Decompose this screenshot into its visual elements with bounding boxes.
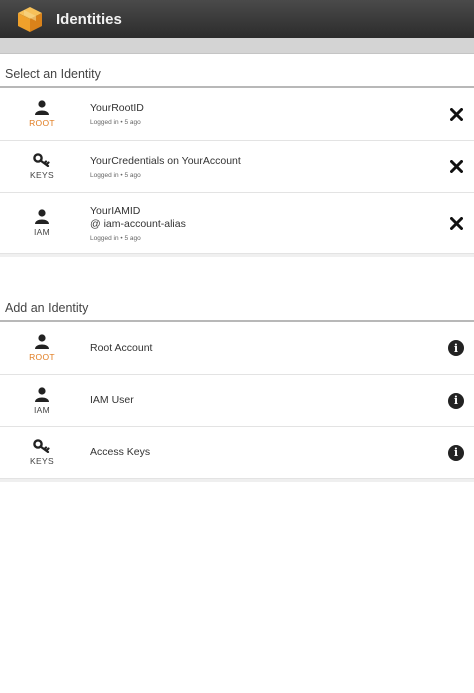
user-icon [35, 334, 49, 349]
info-icon[interactable]: i [438, 392, 474, 409]
sub-bar [0, 38, 474, 54]
user-icon [35, 386, 49, 402]
badge: ROOT [0, 334, 84, 362]
badge-label: ROOT [29, 352, 55, 362]
info-glyph: i [448, 340, 464, 356]
badge: IAM [0, 386, 84, 415]
badge-label: IAM [33, 404, 50, 415]
identity-status: Logged in • 5 ago [90, 171, 141, 179]
close-icon[interactable] [438, 107, 474, 121]
identity-name: YourIAMID [90, 204, 141, 217]
badge: ROOT [0, 100, 84, 128]
close-icon[interactable] [438, 160, 474, 173]
key-icon [33, 153, 50, 167]
badge: IAM [0, 209, 84, 237]
add-label-wrap: Root Account [84, 342, 438, 355]
add-row-iam-user[interactable]: IAM IAM User i [0, 375, 474, 427]
section-gap [0, 254, 474, 288]
page-title: Identities [56, 10, 122, 28]
identity-status: Logged in • 5 ago [90, 234, 141, 242]
add-label: Root Account [90, 341, 153, 354]
info-icon[interactable]: i [438, 340, 474, 356]
info-glyph: i [448, 392, 464, 409]
aws-cube-icon[interactable] [16, 4, 46, 34]
badge: KEYS [0, 153, 84, 180]
info-icon[interactable]: i [438, 444, 474, 461]
badge-label: ROOT [29, 118, 55, 128]
identity-status: Logged in • 5 ago [90, 119, 141, 126]
identity-name: YourCredentials on YourAccount [90, 154, 241, 167]
add-row-root-account[interactable]: ROOT Root Account i [0, 322, 474, 375]
badge-label: KEYS [30, 170, 54, 180]
badge: KEYS [0, 439, 84, 466]
select-identity-header: Select an Identity [0, 54, 474, 88]
identity-text: YourIAMID @ iam-account-alias Logged in … [84, 205, 438, 242]
key-icon [33, 439, 50, 453]
add-label-wrap: Access Keys [84, 446, 438, 459]
user-icon [35, 209, 49, 224]
add-label-wrap: IAM User [84, 394, 438, 407]
identity-row-iam[interactable]: IAM YourIAMID @ iam-account-alias Logged… [0, 193, 474, 254]
badge-label: KEYS [30, 456, 54, 466]
identity-row-root[interactable]: ROOT YourRootID Logged in • 5 ago [0, 88, 474, 141]
add-row-access-keys[interactable]: KEYS Access Keys i [0, 427, 474, 479]
add-label: IAM User [90, 394, 134, 406]
user-icon [35, 100, 49, 115]
identity-row-keys[interactable]: KEYS YourCredentials on YourAccount Logg… [0, 141, 474, 193]
info-glyph: i [448, 444, 464, 461]
identity-text: YourRootID Logged in • 5 ago [84, 102, 438, 126]
identity-name: YourRootID [90, 102, 144, 114]
badge-label: IAM [33, 227, 50, 237]
identity-text: YourCredentials on YourAccount Logged in… [84, 155, 438, 179]
add-label: Access Keys [90, 446, 151, 458]
action-bar: Identities [0, 0, 474, 38]
add-identity-header: Add an Identity [0, 288, 474, 322]
close-icon[interactable] [438, 216, 474, 230]
list-bottom-shadow [0, 479, 474, 482]
identity-alias: @ iam-account-alias [90, 217, 186, 230]
